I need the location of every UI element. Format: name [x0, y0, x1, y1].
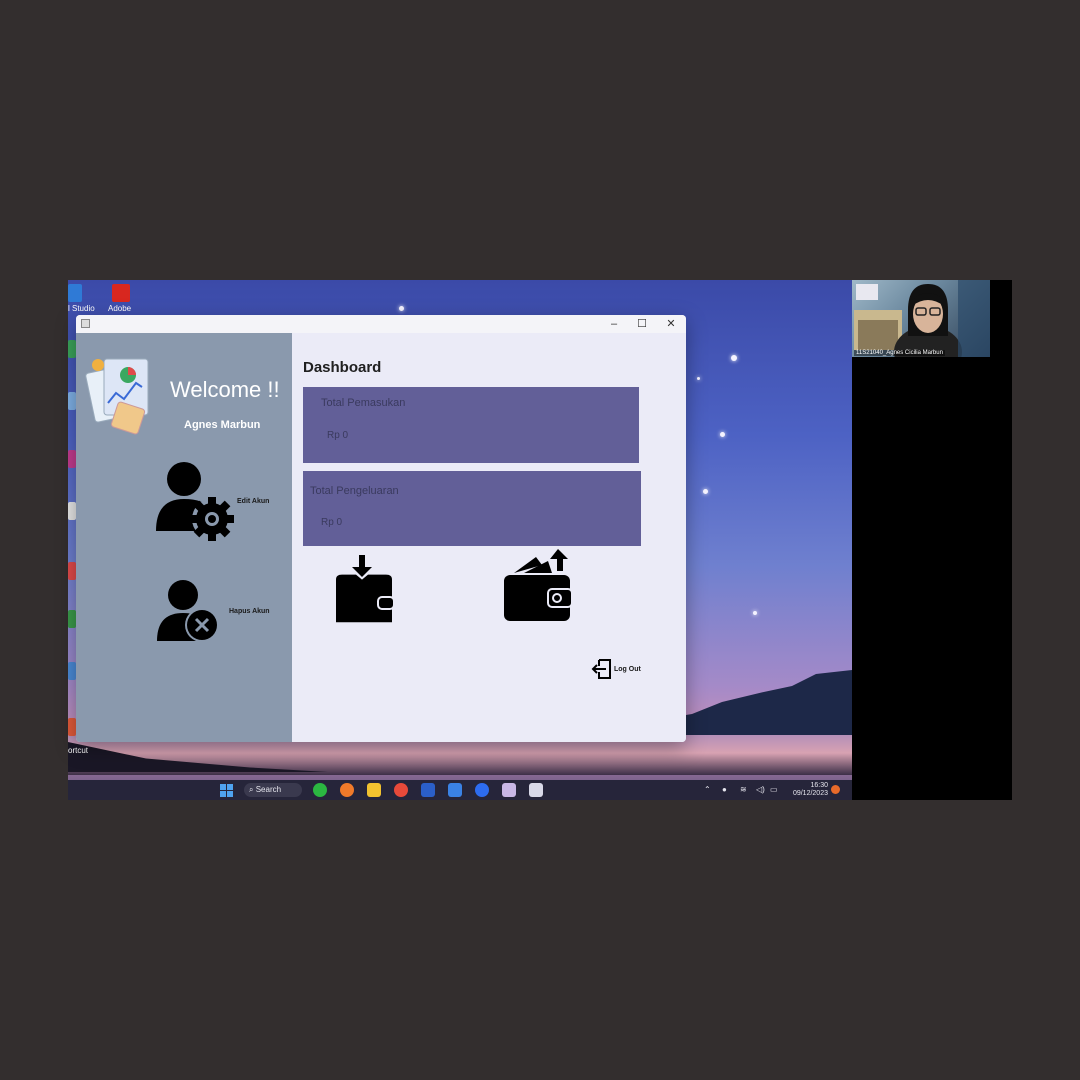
clock[interactable]: 16:30 09/12/2023 — [793, 782, 828, 798]
expense-value: Rp 0 — [321, 517, 343, 528]
dashboard-main: Dashboard Total Pemasukan Rp 0 Total Pen… — [292, 333, 686, 742]
volume-icon[interactable]: ◁) — [756, 785, 765, 794]
income-value: Rp 0 — [327, 430, 349, 441]
wallet-income-icon[interactable] — [334, 555, 396, 625]
page-title: Dashboard — [303, 359, 382, 376]
star — [731, 355, 737, 361]
edit-account-label[interactable]: Edit Akun — [237, 498, 269, 505]
desktop-app-icon[interactable] — [68, 392, 76, 410]
welcome-heading: Welcome !! — [170, 377, 280, 402]
username: Agnes Marbun — [184, 419, 261, 431]
adobe-icon[interactable] — [112, 284, 130, 302]
income-label: Total Pemasukan — [321, 397, 406, 409]
wallet-expense-icon[interactable] — [502, 549, 578, 625]
participant-name: 11S21040_Agnes Cicilia Marbun — [854, 350, 945, 356]
desktop-app-icon[interactable] — [68, 562, 76, 580]
clock-time: 16:30 — [810, 782, 828, 789]
whatsapp-icon[interactable] — [313, 783, 327, 797]
expense-card: Total Pengeluaran Rp 0 — [303, 471, 641, 546]
desktop-icon-label: ortcut — [68, 746, 89, 755]
participant-video[interactable]: 11S21040_Agnes Cicilia Marbun — [852, 280, 990, 357]
visual-studio-icon[interactable] — [68, 284, 82, 302]
desktop-app-icon[interactable] — [68, 718, 76, 736]
java-app-icon[interactable] — [529, 783, 543, 797]
desktop-app-icon[interactable] — [68, 610, 76, 628]
close-button[interactable]: ✕ — [657, 316, 685, 332]
taskbar: ⌕ Search ⌃ ● ≋ ◁) ▭ 16:30 09/12/2023 — [68, 780, 852, 800]
video-panel — [852, 280, 1012, 800]
wifi-icon[interactable]: ≋ — [740, 785, 747, 794]
taskbar-search[interactable]: ⌕ Search — [244, 783, 302, 797]
desktop-app-icon[interactable] — [68, 340, 76, 358]
star — [697, 377, 700, 380]
clock-date: 09/12/2023 — [792, 790, 828, 797]
word-icon[interactable] — [421, 783, 435, 797]
user-settings-icon[interactable] — [154, 461, 236, 541]
file-explorer-icon[interactable] — [367, 783, 381, 797]
desktop-app-icon[interactable] — [68, 662, 76, 680]
star — [703, 489, 708, 494]
finance-report-icon — [85, 358, 149, 435]
app-icon[interactable] — [448, 783, 462, 797]
chevron-up-icon[interactable]: ⌃ — [704, 785, 711, 794]
chrome-icon[interactable] — [394, 783, 408, 797]
desktop-icon-label: Adobe — [108, 304, 132, 313]
sidebar: Welcome !! Agnes Marbun Edit Akun Hapus … — [76, 333, 292, 742]
notification-badge-icon[interactable] — [831, 785, 840, 794]
delete-account-label[interactable]: Hapus Akun — [229, 608, 270, 615]
window-titlebar: – ☐ ✕ — [76, 315, 686, 333]
expense-label: Total Pengeluaran — [310, 485, 399, 497]
delete-user-icon[interactable] — [155, 579, 221, 643]
microphone-icon[interactable]: ● — [722, 785, 727, 794]
app-window-icon — [81, 319, 90, 328]
zoom-icon[interactable] — [475, 783, 489, 797]
logout-button[interactable]: Log Out — [614, 666, 641, 673]
desktop-icon-label: l Studio — [68, 304, 95, 313]
star — [753, 611, 757, 615]
windows-start-icon[interactable] — [220, 784, 233, 797]
income-card: Total Pemasukan Rp 0 — [303, 387, 639, 463]
star — [720, 432, 725, 437]
taskbar-search-label: Search — [255, 785, 282, 794]
desktop-app-icon[interactable] — [68, 502, 76, 520]
battery-icon[interactable]: ▭ — [770, 785, 778, 794]
app-icon[interactable] — [502, 783, 516, 797]
participant-camera-frame — [854, 280, 990, 357]
firefox-icon[interactable] — [340, 783, 354, 797]
app-window: – ☐ ✕ Welcome !! Agnes Marbun Edit Akun … — [76, 315, 686, 742]
desktop-app-icon[interactable] — [68, 450, 76, 468]
maximize-button[interactable]: ☐ — [628, 316, 656, 332]
star — [399, 306, 404, 311]
logout-icon[interactable] — [591, 658, 613, 680]
minimize-button[interactable]: – — [600, 316, 628, 332]
